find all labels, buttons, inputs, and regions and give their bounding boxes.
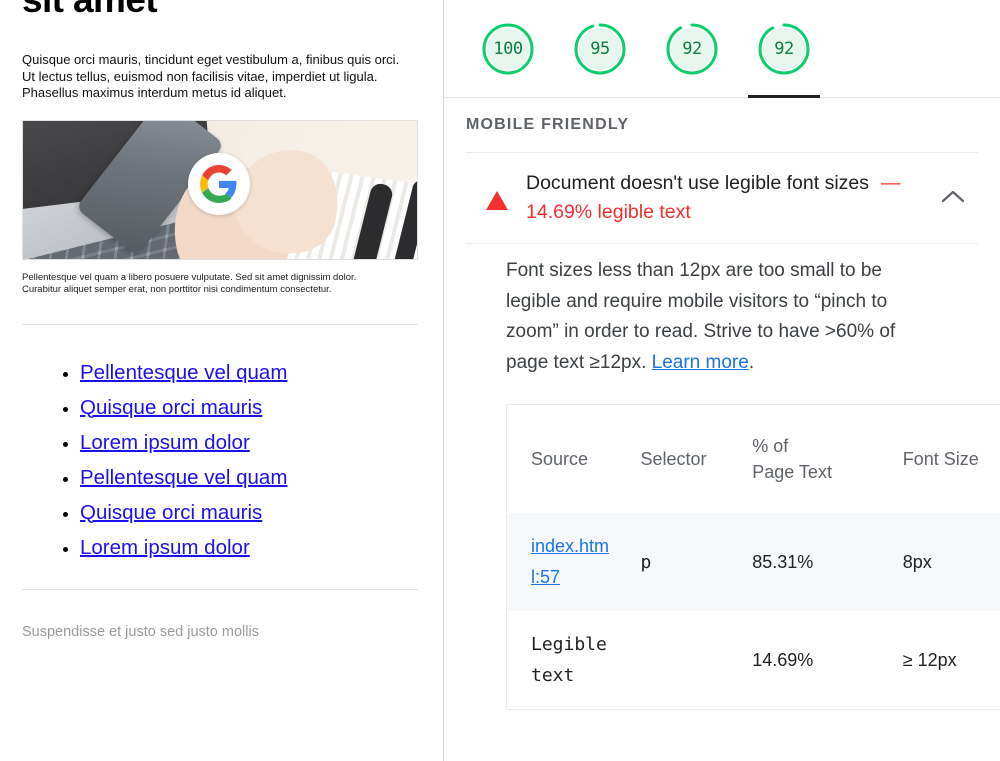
chevron-up-icon[interactable] <box>942 189 964 203</box>
score-tab-1[interactable]: 95 <box>554 0 646 98</box>
column-header-source: Source <box>531 449 589 469</box>
score-gauge-3: 92 <box>756 21 812 77</box>
score-gauge-tabbar: 100 95 92 92 <box>444 0 1000 98</box>
google-logo-icon <box>188 152 250 215</box>
score-gauge-2: 92 <box>664 21 720 77</box>
cell-font-size: ≥ 12px <box>902 649 957 670</box>
cell-source: index.html:57 <box>507 513 617 611</box>
score-value-1: 95 <box>590 38 610 59</box>
link-list: Pellentesque vel quam Quisque orci mauri… <box>22 359 420 563</box>
page-footer-text: Suspendisse et justo sed justo mollis <box>22 623 259 640</box>
list-item: Pellentesque vel quam <box>80 359 420 388</box>
cell-page-text-pct: 85.31% <box>728 513 879 611</box>
table-row: Legible text 14.69% ≥ 12px <box>507 611 1000 709</box>
cell-selector: p <box>616 513 729 611</box>
list-link-3[interactable]: Pellentesque vel quam <box>80 466 287 489</box>
audit-title-text: Document doesn't use legible font sizes <box>526 172 870 194</box>
audit-subtitle: 14.69% legible text <box>526 201 691 223</box>
lighthouse-report-screen: sit amet Quisque orci mauris, tincidunt … <box>0 0 1000 761</box>
list-link-2[interactable]: Lorem ipsum dolor <box>80 431 250 454</box>
column-header-pct-line2: Page Text <box>752 462 832 482</box>
audit-title-line: Document doesn't use legible font sizes — <box>526 169 942 197</box>
section-header-mobile-friendly: MOBILE FRIENDLY <box>466 116 630 133</box>
cell-selector <box>616 611 728 709</box>
score-value-0: 100 <box>493 38 523 59</box>
page-title: sit amet <box>22 0 420 22</box>
list-link-4[interactable]: Quisque orci mauris <box>80 501 262 524</box>
list-link-5[interactable]: Lorem ipsum dolor <box>80 536 250 559</box>
learn-more-link[interactable]: Learn more <box>652 352 749 373</box>
audit-details-table: Source Selector % of Page Text Font Size… <box>507 405 1000 709</box>
score-gauge-0: 100 <box>480 21 536 77</box>
audit-header-row[interactable]: Document doesn't use legible font sizes —… <box>444 153 1000 243</box>
score-gauge-1: 95 <box>572 21 628 77</box>
cell-font-size: 8px <box>878 513 1000 611</box>
list-item: Quisque orci mauris <box>80 394 420 423</box>
intro-paragraph: Quisque orci mauris, tincidunt eget vest… <box>22 52 400 100</box>
audit-title-dash: — <box>881 172 901 194</box>
audit-description-text-2: . <box>748 351 755 373</box>
cell-page-text-pct: 14.69% <box>752 649 814 670</box>
score-tab-3[interactable]: 92 <box>738 0 830 98</box>
list-item: Lorem ipsum dolor <box>80 534 420 563</box>
audit-pane: 100 95 92 92 MOBILE FRIENDLY Document do… <box>444 0 1000 761</box>
list-item: Quisque orci mauris <box>80 499 420 528</box>
image-caption: Pellentesque vel quam a libero posuere v… <box>22 271 357 295</box>
score-value-3: 92 <box>774 38 794 59</box>
audit-description: Font sizes less than 12px are too small … <box>444 244 924 378</box>
score-value-2: 92 <box>682 38 702 59</box>
page-preview-pane: sit amet Quisque orci mauris, tincidunt … <box>0 0 444 761</box>
score-tab-2[interactable]: 92 <box>646 0 738 98</box>
column-header-page-text-pct: % of Page Text <box>728 405 879 513</box>
list-link-0[interactable]: Pellentesque vel quam <box>80 361 287 384</box>
cell-source: Legible text <box>531 634 607 686</box>
list-item: Lorem ipsum dolor <box>80 429 420 458</box>
score-tab-0[interactable]: 100 <box>462 0 554 98</box>
source-link[interactable]: index.html:57 <box>531 536 609 587</box>
table-header-row: Source Selector % of Page Text Font Size <box>507 405 1000 513</box>
audit-title-group: Document doesn't use legible font sizes —… <box>526 169 942 227</box>
audit-details-table-container: Source Selector % of Page Text Font Size… <box>506 404 1000 710</box>
list-item: Pellentesque vel quam <box>80 464 420 493</box>
divider-bottom <box>22 588 418 590</box>
table-row: index.html:57 p 85.31% 8px <box>507 513 1000 611</box>
list-link-1[interactable]: Quisque orci mauris <box>80 396 262 419</box>
hero-image <box>22 119 418 260</box>
warning-triangle-icon <box>486 191 508 210</box>
column-header-pct-line1: % of <box>752 436 789 456</box>
divider-top <box>22 323 418 325</box>
column-header-font-size: Font Size <box>902 449 979 469</box>
column-header-selector: Selector <box>640 449 707 469</box>
